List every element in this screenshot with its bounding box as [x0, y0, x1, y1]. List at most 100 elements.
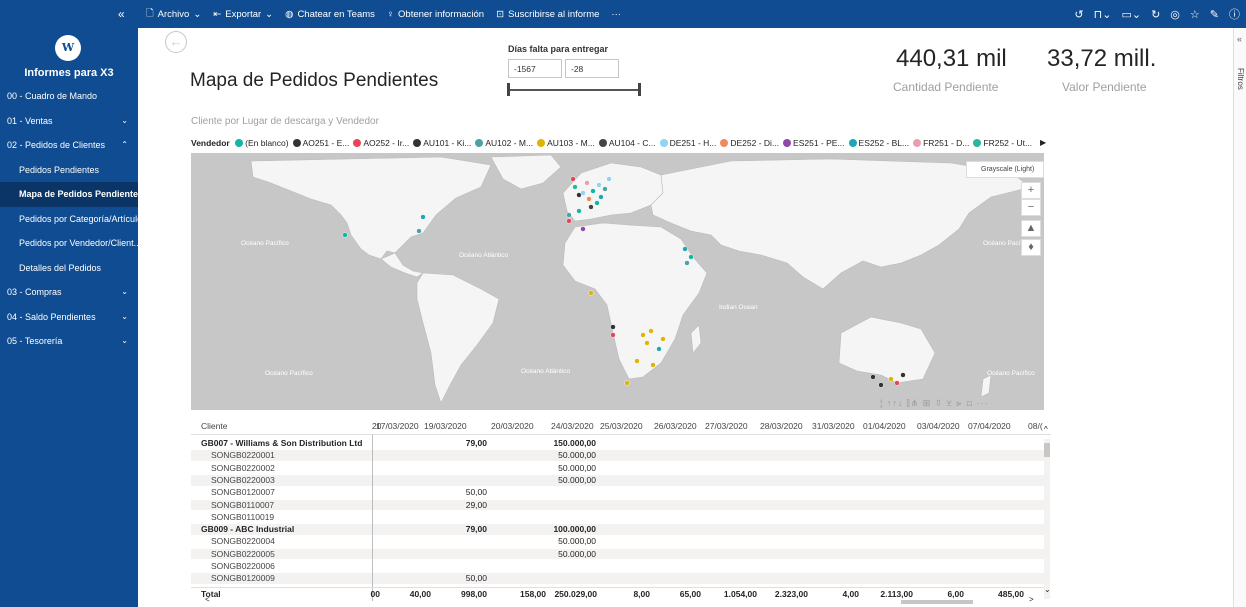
sidebar-item-2[interactable]: 02 - Pedidos de Clientes ⌃	[0, 133, 138, 158]
slicer-min-handle[interactable]	[507, 83, 510, 96]
sidebar-item-5[interactable]: Pedidos por Categoría/Artículo	[0, 207, 138, 232]
favorite-icon[interactable]: ☆	[1190, 8, 1200, 21]
scroll-up-icon[interactable]: ^	[1044, 425, 1048, 434]
legend-item[interactable]: (En blanco)	[235, 138, 289, 148]
toolbar-item-3[interactable]: ♀ Obtener información	[387, 9, 484, 20]
locate-button[interactable]: ♦	[1021, 239, 1041, 256]
map-pin[interactable]	[580, 190, 586, 196]
toolbar-item-5[interactable]: ···	[611, 9, 621, 20]
column-header-date[interactable]: 25/03/2020	[600, 421, 643, 431]
column-header-date[interactable]: 03/04/2020	[917, 421, 960, 431]
column-header-date[interactable]: 27/03/2020	[705, 421, 748, 431]
column-header-date[interactable]: 01/04/2020	[863, 421, 906, 431]
column-header-cliente[interactable]: Cliente	[201, 421, 227, 431]
legend-item[interactable]: AO251 - E...	[292, 138, 349, 148]
map-pin[interactable]	[602, 186, 608, 192]
visual-header-icons[interactable]: ¦ ↑↑↓ ⫿⋔ ⊞ ▯ ⊻ ⊳ ⊡ ···	[880, 398, 1050, 411]
bookmark-icon[interactable]: ⊓⌄	[1094, 8, 1112, 21]
reset-bearing-button[interactable]: ▲	[1021, 220, 1041, 237]
zoom-in-button[interactable]: +	[1021, 182, 1041, 199]
back-button[interactable]: ←	[165, 31, 187, 53]
column-header-date[interactable]: 07/04/2020	[968, 421, 1011, 431]
map-pin[interactable]	[634, 358, 640, 364]
column-header-date[interactable]: 17/03/2020	[376, 421, 419, 431]
legend-item[interactable]: FR251 - D...	[913, 138, 969, 148]
table-row[interactable]: GB007 - Williams & Son Distribution Ltd 7…	[191, 438, 1044, 449]
table-row[interactable]: SONGB0220004 50.000,00	[191, 536, 1044, 547]
table-row[interactable]: SONGB0220006	[191, 561, 1044, 572]
map-pin[interactable]	[586, 196, 592, 202]
map-pin[interactable]	[576, 208, 582, 214]
legend-item[interactable]: ES251 - PE...	[783, 138, 845, 148]
sidebar-item-3[interactable]: Pedidos Pendientes	[0, 158, 138, 183]
column-header-date[interactable]: 31/03/2020	[812, 421, 855, 431]
table-row[interactable]: SONGB0110007 29,00	[191, 499, 1044, 511]
comment-icon[interactable]: ◎	[1170, 8, 1180, 21]
legend-item[interactable]: AO252 - Ir...	[353, 138, 409, 148]
info-icon[interactable]: ⓘ	[1229, 6, 1240, 22]
map-pin[interactable]	[570, 176, 576, 182]
zoom-out-button[interactable]: −	[1021, 199, 1041, 216]
edit-icon[interactable]: ✎	[1210, 8, 1219, 21]
toolbar-item-4[interactable]: ⊡ Suscribirse al informe	[496, 9, 599, 20]
filters-pane[interactable]: « Filtros	[1233, 28, 1246, 607]
basemap-toggle[interactable]: Grayscale (Light)	[966, 161, 1044, 178]
map-pin[interactable]	[640, 332, 646, 338]
map-pin[interactable]	[596, 182, 602, 188]
legend-item[interactable]: FR252 - Ut...	[973, 138, 1032, 148]
map-pin[interactable]	[584, 180, 590, 186]
toolbar-item-0[interactable]: 🗋 Archivo ⌄	[146, 6, 201, 22]
map-pin[interactable]	[610, 324, 616, 330]
map-pin[interactable]	[888, 376, 894, 382]
column-header-date[interactable]: 26/03/2020	[654, 421, 697, 431]
sidebar-item-4[interactable]: Mapa de Pedidos Pendientes	[0, 182, 138, 207]
slicer-max-input[interactable]: -28	[565, 59, 619, 78]
map-pin[interactable]	[566, 212, 572, 218]
table-row[interactable]: SONGB0220005 50.000,00	[191, 548, 1044, 560]
map-pin[interactable]	[878, 382, 884, 388]
legend-item[interactable]: AU103 - M...	[537, 138, 595, 148]
column-header-date[interactable]: 24/03/2020	[551, 421, 594, 431]
map-pin[interactable]	[598, 194, 604, 200]
slicer-min-input[interactable]: -1567	[508, 59, 562, 78]
map-pin[interactable]	[644, 340, 650, 346]
column-header-date[interactable]: 20/03/2020	[491, 421, 534, 431]
column-header-date[interactable]: 28/03/2020	[760, 421, 803, 431]
table-row[interactable]: SONGB0120007 50,00	[191, 487, 1044, 498]
table-row[interactable]: SONGB0220002 50.000,00	[191, 463, 1044, 474]
sidebar-item-8[interactable]: 03 - Compras ⌄	[0, 280, 138, 305]
vertical-scroll-thumb[interactable]	[1044, 443, 1050, 457]
column-header-date[interactable]: 19/03/2020	[424, 421, 467, 431]
slicer-max-handle[interactable]	[638, 83, 641, 96]
legend-item[interactable]: DE251 - H...	[659, 138, 716, 148]
map-pin[interactable]	[870, 374, 876, 380]
map-pin[interactable]	[684, 260, 690, 266]
toolbar-item-1[interactable]: ⇤ Exportar ⌄	[213, 9, 273, 20]
map-pin[interactable]	[566, 218, 572, 224]
map-pin[interactable]	[650, 362, 656, 368]
table-row[interactable]: GB009 - ABC Industrial 79,00 100.000,00	[191, 524, 1044, 535]
sidebar-item-0[interactable]: 00 - Cuadro de Mando	[0, 84, 138, 109]
scroll-left-icon[interactable]: <	[205, 595, 210, 604]
world-map[interactable]: Océano Pacífico Océano Atlántico Océano Pa…	[191, 153, 1044, 410]
sidebar-item-10[interactable]: 05 - Tesorería ⌄	[0, 329, 138, 354]
map-pin[interactable]	[572, 184, 578, 190]
map-pin[interactable]	[682, 246, 688, 252]
map-pin[interactable]	[610, 332, 616, 338]
map-pin[interactable]	[648, 328, 654, 334]
map-pin[interactable]	[688, 254, 694, 260]
collapse-nav-icon[interactable]: «	[118, 7, 125, 21]
map-pin[interactable]	[588, 290, 594, 296]
scroll-right-icon[interactable]: >	[1029, 595, 1034, 604]
map-pin[interactable]	[590, 188, 596, 194]
sidebar-item-6[interactable]: Pedidos por Vendedor/Client...	[0, 231, 138, 256]
vertical-scrollbar[interactable]	[1044, 439, 1050, 599]
reset-icon[interactable]: ↺	[1074, 8, 1083, 21]
refresh-icon[interactable]: ↻	[1151, 8, 1160, 21]
horizontal-scroll-thumb[interactable]	[901, 600, 973, 604]
legend-item[interactable]: AU104 - C...	[598, 138, 656, 148]
map-pin[interactable]	[588, 204, 594, 210]
table-row[interactable]: SONGB0220003 50.000,00	[191, 474, 1044, 486]
map-pin[interactable]	[580, 226, 586, 232]
map-visual[interactable]: Océano Pacífico Océano Atlántico Océano Pa…	[191, 153, 1044, 410]
